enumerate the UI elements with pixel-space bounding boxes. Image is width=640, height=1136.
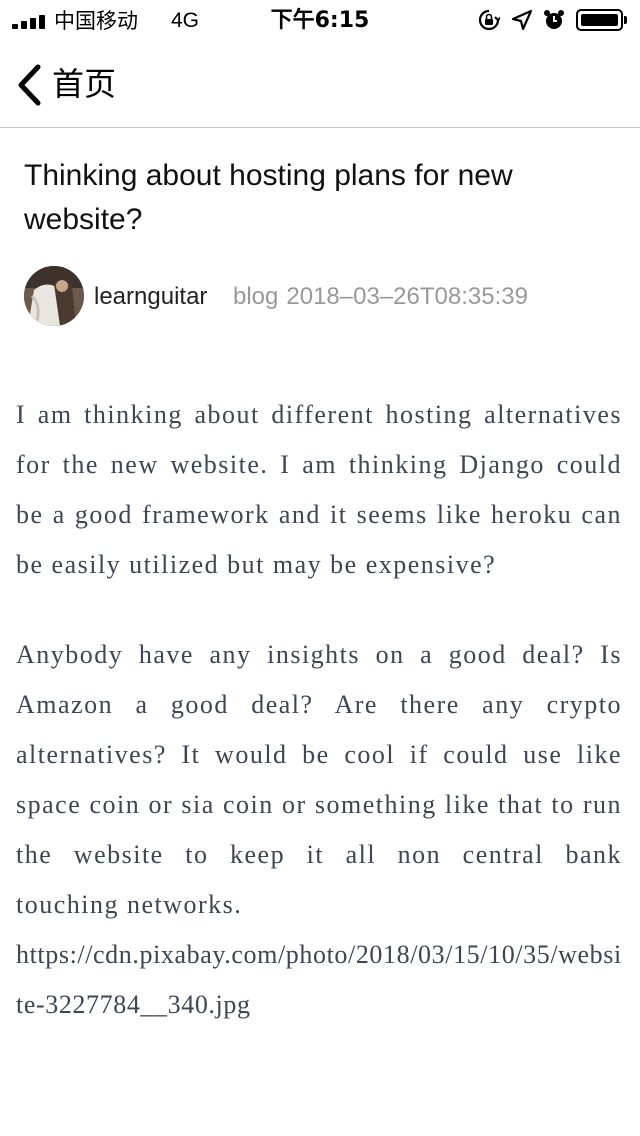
navigation-bar: 首页 bbox=[0, 40, 640, 128]
avatar-image bbox=[24, 266, 84, 326]
avatar[interactable] bbox=[24, 266, 84, 326]
post-image-link[interactable]: https://cdn.pixabay.com/photo/2018/03/15… bbox=[16, 930, 622, 1030]
location-icon bbox=[511, 9, 533, 31]
post-paragraph: Anybody have any insights on a good deal… bbox=[16, 640, 622, 919]
back-button[interactable]: 首页 bbox=[10, 60, 140, 108]
post-category: blog bbox=[233, 283, 279, 310]
post-timestamp: 2018–03–26T08:35:39 bbox=[286, 283, 528, 310]
post-title: Thinking about hosting plans for new web… bbox=[24, 159, 513, 236]
post-paragraph: I am thinking about different hosting al… bbox=[16, 400, 622, 579]
status-bar: 中国移动 4G 下午6:15 bbox=[0, 0, 640, 40]
back-button-label: 首页 bbox=[52, 65, 117, 103]
chevron-left-icon bbox=[18, 64, 41, 106]
orientation-lock-icon bbox=[478, 9, 500, 31]
alarm-icon bbox=[544, 10, 564, 29]
post-body: I am thinking about different hosting al… bbox=[16, 390, 622, 1030]
post-meta: blog 2018–03–26T08:35:39 bbox=[233, 282, 528, 312]
battery-icon bbox=[576, 9, 628, 31]
author-name[interactable]: learnguitar bbox=[94, 282, 207, 312]
author-row: learnguitar blog 2018–03–26T08:35:39 bbox=[24, 266, 624, 326]
